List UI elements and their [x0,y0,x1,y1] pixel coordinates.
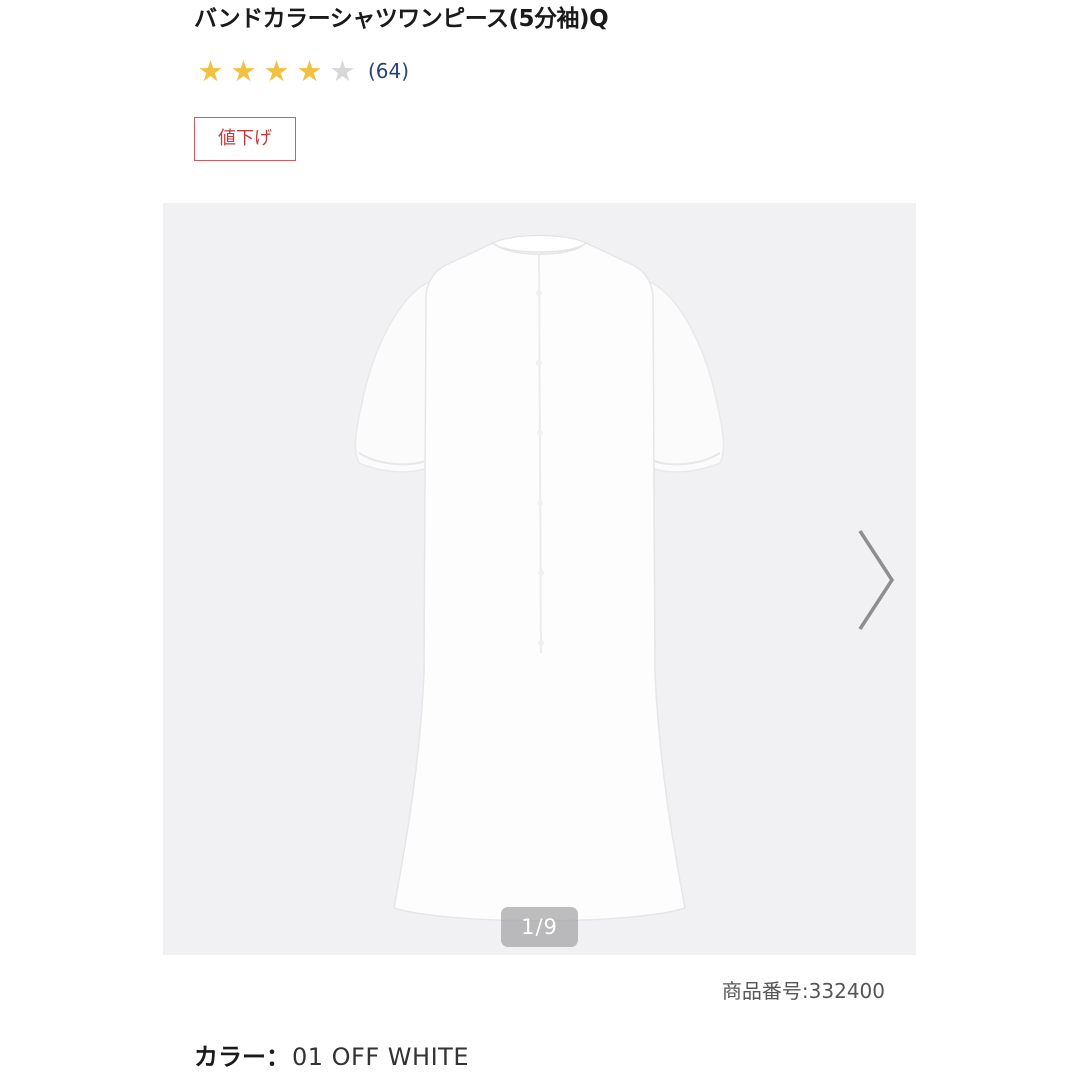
rating-row[interactable]: ★ ★ ★ ★ ★ (64) [194,52,410,90]
product-image [354,234,725,922]
image-counter: 1/9 [501,907,578,947]
star-icon: ★ [263,54,290,88]
color-label: カラー： [194,1043,290,1071]
chevron-right-icon[interactable] [850,525,900,635]
star-icon: ★ [230,54,257,88]
star-empty-icon: ★ [329,54,356,88]
color-row: カラー：01 OFF WHITE [194,1036,469,1078]
product-number: 商品番号:332400 [721,979,885,1003]
product-image-gallery[interactable]: 1/9 [163,203,916,955]
price-down-badge: 値下げ [194,117,296,161]
star-icon: ★ [197,54,224,88]
review-count-link[interactable]: (64) [368,54,409,88]
product-title: バンドカラーシャツワンピース(5分袖)Q [194,6,609,32]
star-icon: ★ [296,54,323,88]
color-value: 01 OFF WHITE [292,1043,469,1071]
